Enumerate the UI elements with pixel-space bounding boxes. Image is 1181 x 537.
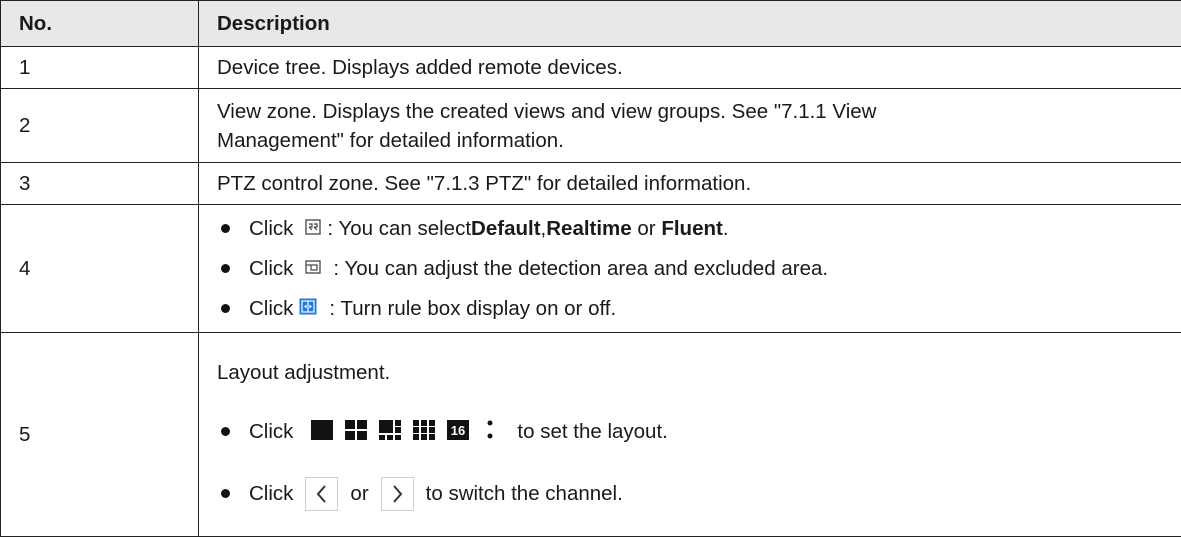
description-table: No. Description 1 Device tree. Displays …	[0, 0, 1181, 537]
next-channel-button[interactable]	[381, 477, 414, 511]
option-realtime: Realtime	[546, 219, 631, 239]
layout-4-icon[interactable]	[345, 420, 367, 444]
chevron-left-icon	[315, 484, 329, 504]
stream-type-icon[interactable]	[305, 219, 321, 239]
row-description: Layout adjustment. Click	[199, 333, 1181, 537]
table-row: 2 View zone. Displays the created views …	[1, 89, 1181, 163]
row-description: Click : You can select Default, Realtime…	[199, 205, 1181, 333]
row-number: 4	[1, 205, 199, 333]
more-layouts-icon[interactable]	[487, 419, 493, 445]
list-item: Click : Turn rule box display on or off.	[217, 289, 1181, 329]
list-item: Click : You can adjust the detection are…	[217, 249, 1181, 289]
header-description: Description	[199, 1, 1181, 47]
layout-9-icon[interactable]	[413, 420, 435, 444]
layout-16-icon[interactable]: 16	[447, 420, 469, 444]
row-description: View zone. Displays the created views an…	[199, 89, 1181, 163]
row-number: 5	[1, 333, 199, 537]
table-row: 5 Layout adjustment. Click	[1, 333, 1181, 537]
row-description: PTZ control zone. See "7.1.3 PTZ" for de…	[199, 163, 1181, 205]
row-number: 1	[1, 47, 199, 89]
previous-channel-button[interactable]	[305, 477, 338, 511]
chevron-right-icon	[390, 484, 404, 504]
layout-1-icon[interactable]	[311, 420, 333, 444]
layout-16-label: 16	[451, 423, 465, 438]
description-line: Layout adjustment.	[217, 345, 1181, 401]
header-no: No.	[1, 1, 199, 47]
table-row: 3 PTZ control zone. See "7.1.3 PTZ" for …	[1, 163, 1181, 205]
description-line: Management" for detailed information.	[217, 126, 1181, 155]
bullet-list: Click : You can select Default, Realtime…	[217, 209, 1181, 329]
layout-6-icon[interactable]	[379, 420, 401, 444]
row-number: 3	[1, 163, 199, 205]
bullet-list: Click	[217, 401, 1181, 525]
row-description: Device tree. Displays added remote devic…	[199, 47, 1181, 89]
list-item: Click : You can select Default, Realtime…	[217, 209, 1181, 249]
table-header-row: No. Description	[1, 1, 1181, 47]
description-line: View zone. Displays the created views an…	[217, 97, 1181, 126]
rule-box-icon[interactable]	[299, 298, 317, 319]
option-fluent: Fluent	[661, 219, 723, 239]
row-number: 2	[1, 89, 199, 163]
option-default: Default	[471, 219, 540, 239]
detection-area-icon[interactable]	[305, 259, 321, 279]
table-row: 1 Device tree. Displays added remote dev…	[1, 47, 1181, 89]
list-item: Click	[217, 401, 1181, 463]
list-item: Click or to switch the channel.	[217, 463, 1181, 525]
table-row: 4 Click : You can select Default, Realti…	[1, 205, 1181, 333]
